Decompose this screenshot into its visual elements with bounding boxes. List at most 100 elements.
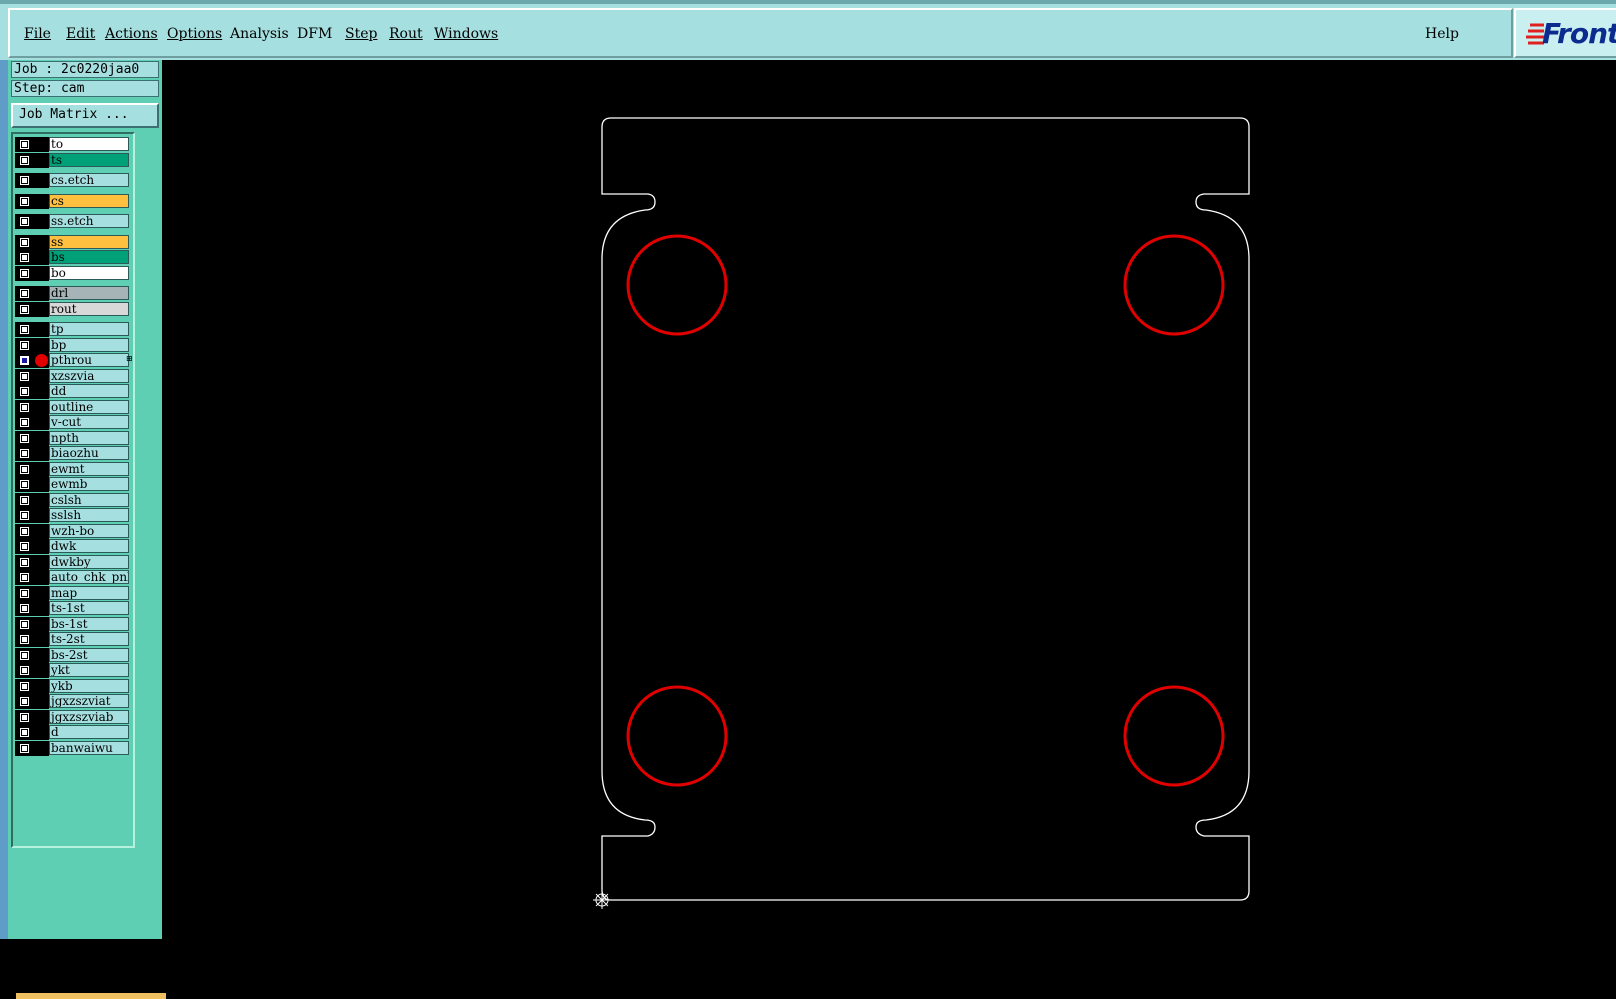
layer-checkbox[interactable] bbox=[20, 304, 29, 314]
layer-name[interactable]: dwk bbox=[49, 539, 129, 553]
layer-row[interactable]: map bbox=[15, 585, 133, 601]
layer-affected-cell[interactable] bbox=[15, 616, 49, 632]
layer-checkbox[interactable] bbox=[20, 666, 29, 675]
layer-name[interactable]: ykb bbox=[49, 678, 129, 693]
layer-name[interactable]: wzh-bo bbox=[49, 523, 129, 538]
layer-affected-cell[interactable] bbox=[15, 173, 49, 188]
layer-row[interactable]: cs.etch bbox=[15, 173, 133, 188]
layer-checkbox[interactable] bbox=[20, 155, 29, 165]
layer-name[interactable]: jgxzszviab bbox=[49, 709, 129, 724]
layer-checkbox[interactable] bbox=[20, 176, 29, 185]
layer-affected-cell[interactable] bbox=[15, 492, 49, 508]
layer-affected-cell[interactable] bbox=[15, 647, 49, 663]
layer-checkbox[interactable] bbox=[20, 743, 29, 753]
layer-row[interactable]: drl bbox=[15, 286, 133, 301]
layer-checkbox[interactable] bbox=[20, 619, 29, 629]
layer-row[interactable]: outline bbox=[15, 399, 133, 415]
layer-name[interactable]: cs bbox=[49, 193, 129, 208]
layer-checkbox[interactable] bbox=[20, 588, 29, 598]
layer-affected-cell[interactable] bbox=[15, 368, 49, 384]
layer-affected-cell[interactable] bbox=[15, 415, 49, 430]
board-view[interactable] bbox=[162, 60, 1616, 939]
layer-affected-cell[interactable] bbox=[15, 301, 49, 317]
layer-checkbox[interactable] bbox=[20, 402, 29, 412]
layer-checkbox[interactable] bbox=[20, 433, 29, 443]
layer-checkbox[interactable] bbox=[20, 635, 29, 644]
layer-row[interactable]: biaozhu bbox=[15, 446, 133, 461]
layer-row[interactable]: xzszvia bbox=[15, 368, 133, 384]
layer-row[interactable]: v-cut bbox=[15, 415, 133, 430]
layer-affected-cell[interactable] bbox=[15, 353, 49, 368]
layer-checkbox[interactable] bbox=[20, 604, 29, 613]
layer-name[interactable]: bs-2st bbox=[49, 647, 129, 662]
layer-name[interactable]: bo bbox=[49, 265, 129, 280]
menu-options[interactable]: Options bbox=[167, 26, 222, 42]
menu-dfm[interactable]: DFM bbox=[297, 26, 332, 42]
layer-row[interactable]: ts-2st bbox=[15, 632, 133, 647]
layer-row[interactable]: dwkby bbox=[15, 554, 133, 570]
layer-name[interactable]: biaozhu bbox=[49, 446, 129, 460]
menu-rout[interactable]: Rout bbox=[389, 26, 423, 42]
graphics-canvas[interactable] bbox=[162, 60, 1616, 939]
layer-row[interactable]: cs bbox=[15, 193, 133, 209]
layer-checkbox[interactable] bbox=[20, 495, 29, 505]
layer-checkbox[interactable] bbox=[20, 573, 29, 582]
layer-row[interactable]: dd bbox=[15, 384, 133, 399]
layer-name[interactable]: bs bbox=[49, 250, 129, 264]
layer-affected-cell[interactable] bbox=[15, 461, 49, 477]
layer-affected-cell[interactable] bbox=[15, 523, 49, 539]
layer-affected-cell[interactable] bbox=[15, 508, 49, 523]
layer-affected-cell[interactable] bbox=[15, 601, 49, 616]
layer-row[interactable]: npth bbox=[15, 430, 133, 446]
layer-checkbox[interactable] bbox=[20, 356, 29, 365]
layer-name[interactable]: ewmb bbox=[49, 477, 129, 491]
layer-affected-cell[interactable] bbox=[15, 265, 49, 281]
layer-checkbox[interactable] bbox=[20, 196, 29, 206]
layer-affected-cell[interactable] bbox=[15, 585, 49, 601]
layer-name[interactable]: ts-2st bbox=[49, 632, 129, 646]
layer-row[interactable]: ykt bbox=[15, 663, 133, 678]
layer-name[interactable]: banwaiwu bbox=[49, 740, 129, 755]
layer-checkbox[interactable] bbox=[20, 340, 29, 350]
layer-name[interactable]: ts-1st bbox=[49, 601, 129, 615]
layer-checkbox[interactable] bbox=[20, 140, 29, 149]
layer-row[interactable]: tp bbox=[15, 322, 133, 337]
layer-row[interactable]: wzh-bo bbox=[15, 523, 133, 539]
layer-row[interactable]: pthrou ⊞ bbox=[15, 353, 133, 368]
layer-name[interactable]: d bbox=[49, 725, 129, 739]
layer-affected-cell[interactable] bbox=[15, 250, 49, 265]
layer-affected-cell[interactable] bbox=[15, 570, 49, 585]
layer-checkbox[interactable] bbox=[20, 325, 29, 334]
layer-checkbox[interactable] bbox=[20, 449, 29, 458]
layer-affected-cell[interactable] bbox=[15, 193, 49, 209]
layer-row[interactable]: ewmb bbox=[15, 477, 133, 492]
layer-row[interactable]: jgxzszviat bbox=[15, 694, 133, 709]
layer-checkbox[interactable] bbox=[20, 289, 29, 298]
layer-name[interactable]: map bbox=[49, 585, 129, 600]
layer-affected-cell[interactable] bbox=[15, 740, 49, 756]
layer-row[interactable]: d bbox=[15, 725, 133, 740]
layer-affected-cell[interactable] bbox=[15, 286, 49, 301]
layer-row[interactable]: ts-1st bbox=[15, 601, 133, 616]
layer-row[interactable]: bs-1st bbox=[15, 616, 133, 632]
layer-checkbox[interactable] bbox=[20, 268, 29, 278]
layer-name[interactable]: pthrou bbox=[49, 353, 129, 367]
layer-affected-cell[interactable] bbox=[15, 399, 49, 415]
layer-checkbox[interactable] bbox=[20, 371, 29, 381]
menu-analysis[interactable]: Analysis bbox=[230, 26, 289, 42]
layer-name[interactable]: v-cut bbox=[49, 415, 129, 429]
layer-affected-cell[interactable] bbox=[15, 709, 49, 725]
menu-windows[interactable]: Windows bbox=[434, 26, 498, 42]
layer-name[interactable]: auto_chk_pnl bbox=[49, 570, 129, 584]
layer-name[interactable]: cs.etch bbox=[49, 173, 129, 187]
layer-name[interactable]: jgxzszviat bbox=[49, 694, 129, 708]
layer-row[interactable]: bo bbox=[15, 265, 133, 281]
layer-row[interactable]: rout bbox=[15, 301, 133, 317]
layer-row[interactable]: banwaiwu bbox=[15, 740, 133, 756]
layer-name[interactable]: tp bbox=[49, 322, 129, 336]
layer-affected-cell[interactable] bbox=[15, 539, 49, 554]
layer-checkbox[interactable] bbox=[20, 650, 29, 660]
menu-file[interactable]: File bbox=[24, 26, 51, 42]
layer-name[interactable]: npth bbox=[49, 430, 129, 445]
layer-affected-cell[interactable] bbox=[15, 137, 49, 152]
